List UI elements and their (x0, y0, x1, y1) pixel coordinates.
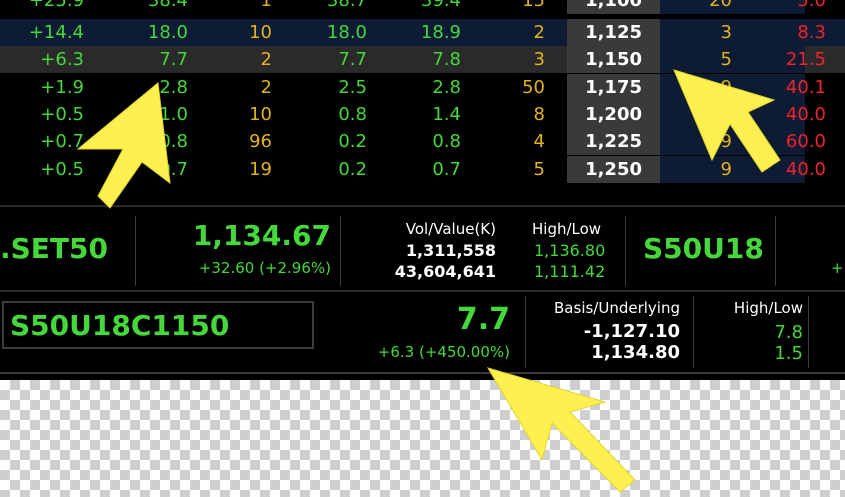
arrow-to-option-last (76, 82, 171, 209)
arrow-to-put-premium (673, 69, 781, 173)
annotation-arrows (76, 69, 781, 493)
arrow-to-option-change (486, 367, 636, 493)
